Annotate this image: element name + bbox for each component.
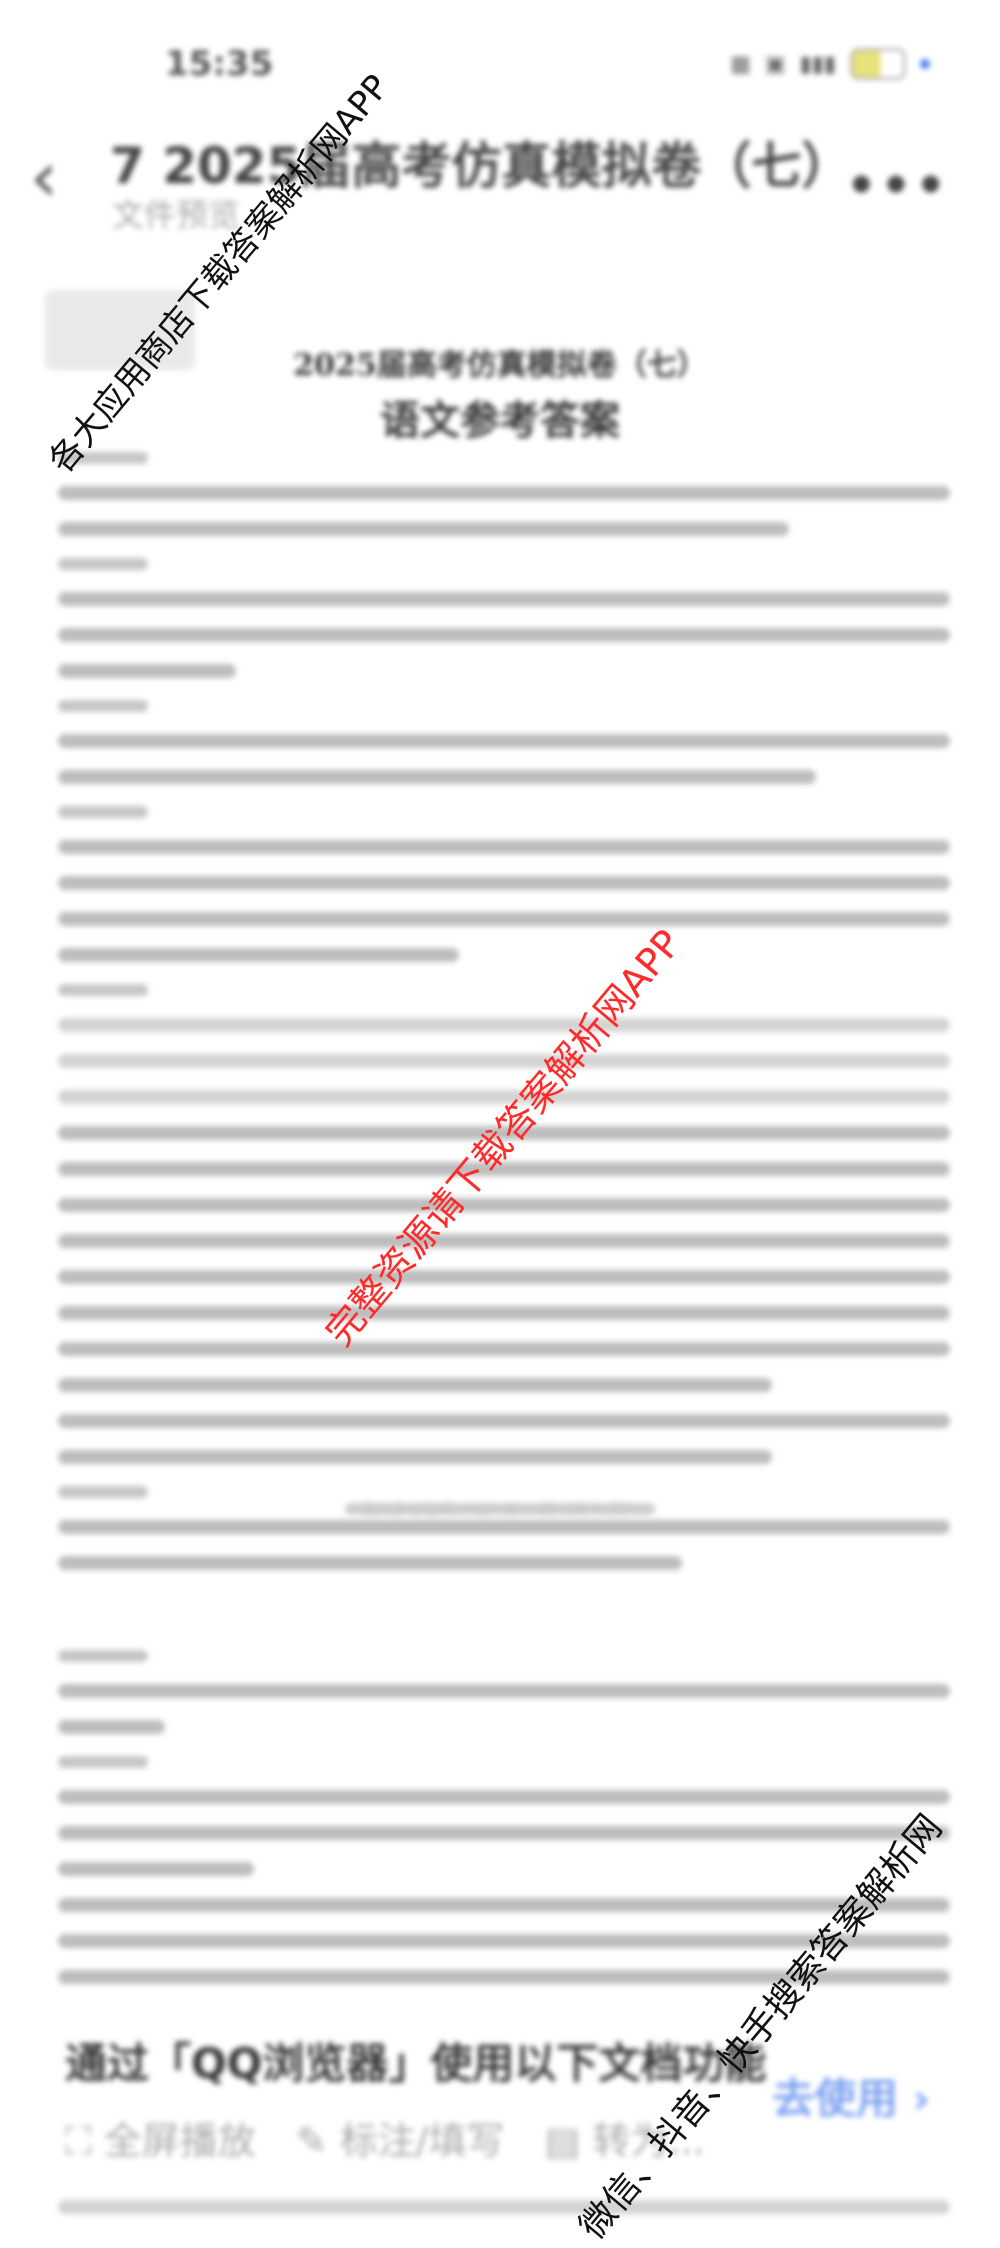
- use-button[interactable]: 去使用 ›: [772, 2065, 930, 2126]
- fullscreen-label: 全屏播放: [103, 2119, 256, 2163]
- fullscreen-icon: ⛶: [65, 2119, 92, 2163]
- promo-title: 通过「QQ浏览器」使用以下文档功能: [65, 2039, 767, 2088]
- more-dots-icon: •••: [845, 158, 950, 214]
- qq-browser-promo: 通过「QQ浏览器」使用以下文档功能 ⛶ 全屏播放 ✎ 标注/填写 ▤ 转为...…: [0, 2010, 1000, 2200]
- signal-icon: ▮▮▮: [799, 51, 836, 77]
- more-button[interactable]: •••: [846, 158, 950, 214]
- charging-icon: [920, 59, 930, 69]
- status-time: 15:35: [165, 44, 274, 84]
- annotate-button[interactable]: ✎ 标注/填写: [296, 2110, 505, 2165]
- answer-block: [58, 452, 950, 1592]
- top-navigation-bar: ‹ 7 2025届高考仿真模拟卷（七）... 文件预览 •••: [0, 118, 1000, 238]
- fullscreen-button[interactable]: ⛶ 全屏播放: [65, 2110, 256, 2165]
- save-as-icon: ▤: [544, 2119, 581, 2163]
- page-footer-text: 语文参考答案（七）第 1 页（共 6 页）: [359, 1500, 641, 1519]
- edit-icon: ✎: [295, 2119, 328, 2163]
- promo-actions: ⛶ 全屏播放 ✎ 标注/填写 ▤ 转为...: [65, 2110, 705, 2165]
- sim-icon: ▣: [764, 51, 786, 77]
- annotate-label: 标注/填写: [339, 2119, 505, 2163]
- battery-icon: [850, 48, 906, 80]
- page-title: 7 2025届高考仿真模拟卷（七）...: [110, 137, 830, 195]
- nfc-icon: ▦: [730, 51, 751, 77]
- answer-block-3: [58, 2200, 950, 2236]
- status-bar: 15:35 ▦ ▣ ▮▮▮: [0, 40, 1000, 90]
- back-button[interactable]: ‹: [30, 142, 58, 212]
- document-subtitle: 语文参考答案: [380, 397, 620, 444]
- chevron-left-icon: ‹: [30, 136, 58, 218]
- status-icons: ▦ ▣ ▮▮▮: [730, 48, 930, 80]
